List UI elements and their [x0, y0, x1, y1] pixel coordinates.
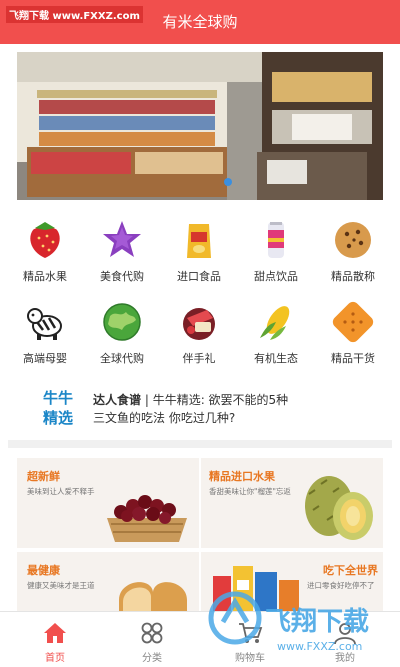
section-divider [8, 440, 392, 448]
category-item-fruit[interactable]: 精品水果 [13, 218, 77, 284]
category-label: 甜点饮品 [254, 270, 298, 283]
promo-title: 超新鲜 [27, 470, 60, 483]
category-label: 精品散称 [331, 270, 375, 283]
news-headline-line2[interactable]: 三文鱼的吃法 你吃过几种? [93, 409, 235, 426]
news-ticker[interactable]: 牛牛 精选 达人食谱 | 牛牛精选: 欲罢不能的5种 三文鱼的吃法 你吃过几种? [0, 382, 400, 438]
promo-tile-fresh[interactable]: 超新鲜 美味到让人爱不释手 [17, 458, 199, 548]
app-header: 有米全球购 飞翔下载 www.FXXZ.com [0, 0, 400, 44]
star-candy-icon [103, 221, 141, 257]
news-headline-text: | 牛牛精选: 欲罢不能的5种 [141, 393, 289, 407]
promo-subtitle: 美味到让人爱不释手 [27, 487, 95, 496]
promo-title: 精品进口水果 [209, 470, 275, 483]
carousel-indicator-dot[interactable] [224, 178, 232, 186]
promo-title: 吃下全世界 [323, 564, 378, 577]
category-label: 高端母婴 [23, 352, 67, 365]
category-label: 精品干货 [331, 352, 375, 365]
grid-icon [141, 622, 163, 644]
watermark-top-left: 飞翔下载 www.FXXZ.com [6, 6, 143, 23]
strawberry-icon [30, 222, 60, 258]
watermark-brand-text: 飞翔下载 [265, 607, 369, 637]
category-item-desserts-drinks[interactable]: 甜点饮品 [244, 218, 308, 284]
category-item-mother-baby[interactable]: 高端母婴 [13, 300, 77, 366]
drink-can-icon [268, 222, 284, 258]
category-label: 精品水果 [23, 270, 67, 283]
watermark-bottom-right: 飞翔下载 www.FXXZ.com [205, 588, 400, 667]
news-logo-bottom: 精选 [42, 409, 73, 427]
news-headline-tag: 达人食谱 [93, 393, 142, 407]
store-shelves-image [17, 52, 383, 200]
news-logo: 牛牛 精选 [36, 388, 80, 428]
tab-home[interactable]: 首页 [5, 612, 105, 667]
category-label: 进口食品 [177, 270, 221, 283]
category-item-imported-food[interactable]: 进口食品 [167, 218, 231, 284]
news-headline-line1[interactable]: 达人食谱 | 牛牛精选: 欲罢不能的5种 [93, 391, 288, 408]
category-item-organic[interactable]: 有机生态 [244, 300, 308, 366]
gift-box-icon [183, 308, 215, 340]
corn-icon [260, 306, 290, 340]
category-item-dry-goods[interactable]: 精品干货 [321, 300, 385, 366]
promo-tile-imported-fruit[interactable]: 精品进口水果 香甜美味让你"榴莲"忘返 [201, 458, 383, 548]
promo-subtitle: 健康又美味才是王道 [27, 581, 95, 590]
category-item-global-purchase[interactable]: 全球代购 [90, 300, 154, 366]
category-label: 全球代购 [100, 352, 144, 365]
promo-subtitle: 香甜美味让你"榴莲"忘返 [209, 487, 291, 496]
category-label: 有机生态 [254, 352, 298, 365]
tab-label: 分类 [142, 653, 162, 664]
news-logo-top: 牛牛 [42, 389, 73, 407]
cracker-icon [332, 301, 374, 343]
category-item-souvenir-gift[interactable]: 伴手礼 [167, 300, 231, 366]
durian-image [305, 476, 373, 540]
home-icon [44, 623, 66, 643]
watermark-url-text: www.FXXZ.com [277, 640, 362, 653]
globe-icon [103, 303, 141, 341]
category-item-bulk-goods[interactable]: 精品散称 [321, 218, 385, 284]
cookie-icon [335, 222, 371, 258]
banner-carousel[interactable] [17, 52, 383, 200]
snack-bag-icon [187, 224, 211, 258]
promo-title: 最健康 [27, 564, 60, 577]
tab-label: 首页 [45, 653, 65, 664]
category-label: 美食代购 [100, 270, 144, 283]
tab-categories[interactable]: 分类 [102, 612, 202, 667]
category-item-food-purchase[interactable]: 美食代购 [90, 218, 154, 284]
category-label: 伴手礼 [182, 352, 216, 365]
cherries-basket-image [107, 495, 187, 542]
watermark-logo-icon: 飞翔下载 www.FXXZ.com [208, 591, 369, 653]
zebra-toy-icon [27, 308, 62, 340]
